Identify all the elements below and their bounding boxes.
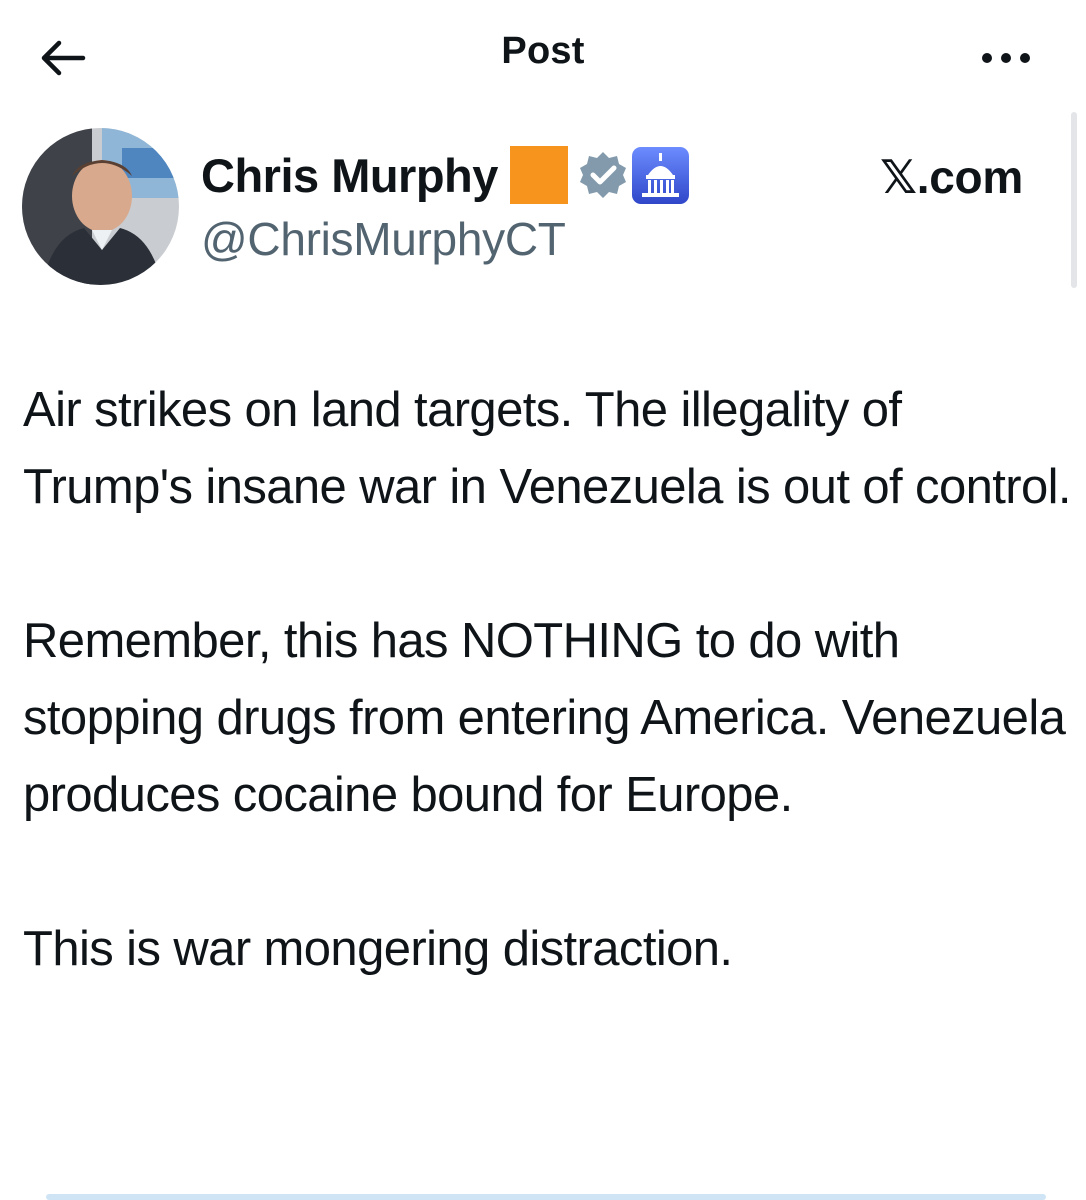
scrollbar[interactable] <box>1071 112 1077 288</box>
verified-badge-icon[interactable] <box>578 150 628 200</box>
more-horizontal-icon <box>982 53 1030 63</box>
orange-square-emoji-icon <box>509 146 568 204</box>
post-paragraph: This is war mongering distraction. <box>23 922 733 976</box>
post-paragraph: Remember, this has NOTHING to do with st… <box>23 614 1066 822</box>
author-name-row: Chris Murphy <box>201 140 689 210</box>
post-paragraph: Air strikes on land targets. The illegal… <box>23 383 1072 514</box>
author-handle[interactable]: @ChrisMurphyCT <box>201 212 566 266</box>
page-title: Post <box>501 30 585 72</box>
top-bar: Post <box>0 0 1086 110</box>
avatar[interactable] <box>22 128 179 285</box>
capitol-icon[interactable] <box>631 146 689 204</box>
post-text: Air strikes on land targets. The illegal… <box>23 372 1073 1065</box>
author-display-name[interactable]: Chris Murphy <box>201 148 498 203</box>
source-label: 𝕏.com <box>880 151 1023 203</box>
divider <box>46 1194 1046 1200</box>
more-options-button[interactable] <box>966 34 1046 82</box>
